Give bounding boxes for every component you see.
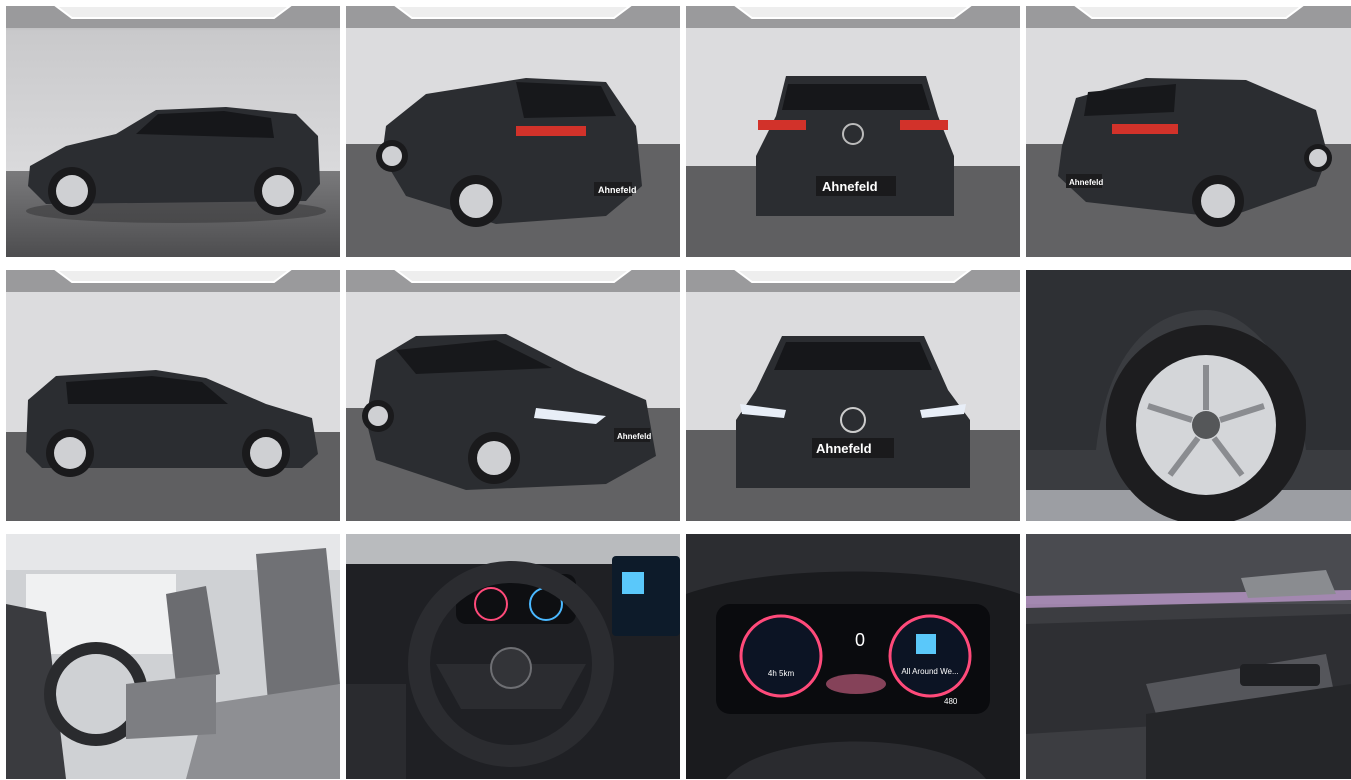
photo-rear[interactable]: Ahnefeld	[686, 6, 1020, 257]
car-side-left-image	[6, 6, 340, 257]
photo-front-left-quarter[interactable]: Ahnefeld	[346, 270, 680, 521]
dealer-plate-text: Ahnefeld	[822, 179, 878, 194]
front-seats-image	[6, 534, 340, 779]
cluster-range: 480	[944, 697, 958, 706]
steering-wheel-image	[346, 534, 680, 779]
photo-side-left-2[interactable]	[6, 270, 340, 521]
wheel-closeup-image	[1026, 270, 1351, 521]
dealer-plate-text: Ahnefeld	[1069, 178, 1103, 187]
photo-front[interactable]: Ahnefeld	[686, 270, 1020, 521]
photo-door-panel[interactable]	[1026, 534, 1351, 779]
dealer-plate-text: Ahnefeld	[816, 441, 872, 456]
car-rear-image: Ahnefeld	[686, 6, 1020, 257]
door-panel-image	[1026, 534, 1351, 779]
dealer-plate-text: Ahnefeld	[598, 185, 637, 195]
car-front-image: Ahnefeld	[686, 270, 1020, 521]
cluster-speed: 0	[855, 630, 865, 650]
dealer-plate-text: Ahnefeld	[617, 432, 651, 441]
car-rear-right-quarter-image: Ahnefeld	[1026, 6, 1351, 257]
photo-side-left[interactable]	[6, 6, 340, 257]
photo-rear-right-quarter[interactable]: Ahnefeld	[1026, 6, 1351, 257]
photo-steering-wheel[interactable]	[346, 534, 680, 779]
car-front-left-quarter-image: Ahnefeld	[346, 270, 680, 521]
cluster-right-gauge-text: All Around We...	[901, 667, 958, 676]
photo-rear-left-quarter[interactable]: Ahnefeld	[346, 6, 680, 257]
cluster-left-gauge-text: 4h 5km	[768, 669, 795, 678]
instrument-cluster-image: 0 4h 5km All Around We... 480	[686, 534, 1020, 779]
photo-front-seats[interactable]	[6, 534, 340, 779]
car-side-right-image	[6, 270, 340, 521]
photo-instrument-cluster[interactable]: 0 4h 5km All Around We... 480	[686, 534, 1020, 779]
car-rear-left-quarter-image: Ahnefeld	[346, 6, 680, 257]
photo-wheel-closeup[interactable]	[1026, 270, 1351, 521]
photo-gallery: Ahnefeld Ahnefeld Ahnefeld Ahnefeld Ahne…	[0, 0, 1351, 780]
